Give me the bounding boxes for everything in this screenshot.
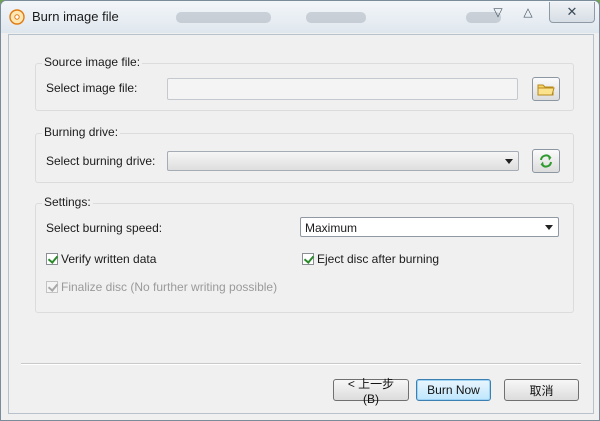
cancel-button[interactable]: 取消	[504, 379, 579, 401]
finalize-disc-label: Finalize disc (No further writing possib…	[61, 280, 278, 294]
speed-selected-value: Maximum	[305, 221, 358, 235]
eject-disc-checkbox[interactable]: Eject disc after burning	[302, 252, 439, 266]
refresh-button[interactable]	[532, 149, 560, 173]
checkbox-checked-icon	[46, 253, 58, 265]
blurred-title-text	[306, 12, 366, 23]
disc-icon	[9, 9, 25, 25]
burning-drive-group: Burning drive: Select burning drive:	[35, 125, 574, 183]
close-button[interactable]: ✕	[549, 2, 595, 23]
group-title: Source image file:	[42, 55, 143, 69]
minimize-icon[interactable]: ▽	[483, 1, 513, 23]
group-title: Settings:	[42, 195, 93, 209]
back-button[interactable]: < 上一步(B)	[333, 377, 409, 406]
verify-data-label: Verify written data	[61, 252, 157, 266]
chevron-down-icon	[545, 225, 553, 230]
burning-drive-select[interactable]	[167, 151, 519, 171]
finalize-disc-checkbox: Finalize disc (No further writing possib…	[46, 280, 277, 294]
footer-divider	[21, 363, 581, 365]
maximize-icon[interactable]: △	[513, 1, 543, 23]
eject-disc-label: Eject disc after burning	[317, 252, 440, 266]
group-title: Burning drive:	[42, 125, 121, 139]
burning-speed-label: Select burning speed:	[46, 221, 163, 235]
window-title: Burn image file	[32, 9, 119, 24]
source-image-group: Source image file: Select image file:	[35, 55, 574, 111]
burn-now-button[interactable]: Burn Now	[416, 379, 491, 401]
close-icon: ✕	[566, 4, 578, 19]
burn-image-dialog: Burn image file ▽ △ ✕ Source image file:…	[0, 0, 600, 421]
dialog-content: Source image file: Select image file: Bu…	[8, 34, 594, 414]
settings-group: Settings: Select burning speed: Maximum …	[35, 195, 574, 313]
folder-icon	[537, 84, 555, 95]
select-drive-label: Select burning drive:	[46, 154, 156, 168]
burning-speed-select[interactable]: Maximum	[300, 217, 559, 237]
browse-button[interactable]	[532, 77, 560, 101]
blurred-title-text	[176, 12, 271, 23]
select-image-label: Select image file:	[46, 81, 138, 95]
refresh-icon	[540, 154, 552, 168]
chevron-down-icon	[505, 159, 513, 164]
checkbox-checked-icon	[46, 281, 58, 293]
image-file-input[interactable]	[167, 78, 518, 100]
checkbox-checked-icon	[302, 253, 314, 265]
verify-data-checkbox[interactable]: Verify written data	[46, 252, 156, 266]
title-bar[interactable]: Burn image file ▽ △ ✕	[1, 1, 599, 33]
